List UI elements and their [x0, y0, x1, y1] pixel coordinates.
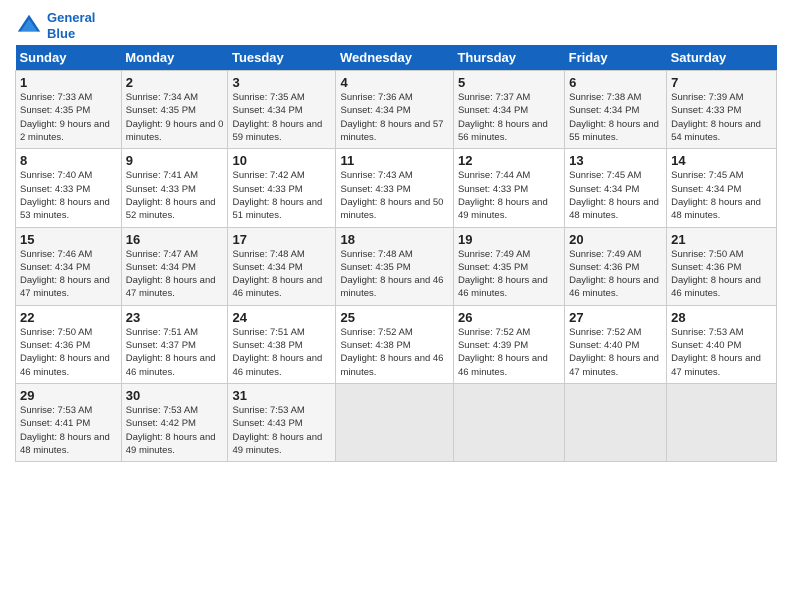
calendar-day-cell: 31Sunrise: 7:53 AMSunset: 4:43 PMDayligh…	[228, 383, 336, 461]
calendar-header-cell: Monday	[121, 45, 228, 71]
calendar-header-cell: Sunday	[16, 45, 122, 71]
calendar-header-cell: Tuesday	[228, 45, 336, 71]
calendar-header-cell: Wednesday	[336, 45, 453, 71]
calendar-day-cell: 7Sunrise: 7:39 AMSunset: 4:33 PMDaylight…	[667, 71, 777, 149]
calendar-day-cell: 2Sunrise: 7:34 AMSunset: 4:35 PMDaylight…	[121, 71, 228, 149]
calendar-day-cell: 19Sunrise: 7:49 AMSunset: 4:35 PMDayligh…	[453, 227, 564, 305]
calendar-day-cell: 9Sunrise: 7:41 AMSunset: 4:33 PMDaylight…	[121, 149, 228, 227]
calendar-day-cell: 15Sunrise: 7:46 AMSunset: 4:34 PMDayligh…	[16, 227, 122, 305]
calendar-day-cell: 30Sunrise: 7:53 AMSunset: 4:42 PMDayligh…	[121, 383, 228, 461]
calendar-day-cell: 23Sunrise: 7:51 AMSunset: 4:37 PMDayligh…	[121, 305, 228, 383]
main-container: General Blue SundayMondayTuesdayWednesda…	[0, 0, 792, 472]
calendar-day-cell: 11Sunrise: 7:43 AMSunset: 4:33 PMDayligh…	[336, 149, 453, 227]
calendar-day-cell: 5Sunrise: 7:37 AMSunset: 4:34 PMDaylight…	[453, 71, 564, 149]
calendar-day-cell	[336, 383, 453, 461]
calendar-week-row: 8Sunrise: 7:40 AMSunset: 4:33 PMDaylight…	[16, 149, 777, 227]
calendar-week-row: 22Sunrise: 7:50 AMSunset: 4:36 PMDayligh…	[16, 305, 777, 383]
calendar-day-cell: 12Sunrise: 7:44 AMSunset: 4:33 PMDayligh…	[453, 149, 564, 227]
header: General Blue	[15, 10, 777, 41]
calendar-body: 1Sunrise: 7:33 AMSunset: 4:35 PMDaylight…	[16, 71, 777, 462]
calendar-day-cell: 16Sunrise: 7:47 AMSunset: 4:34 PMDayligh…	[121, 227, 228, 305]
calendar-day-cell: 3Sunrise: 7:35 AMSunset: 4:34 PMDaylight…	[228, 71, 336, 149]
calendar-day-cell	[565, 383, 667, 461]
calendar-header-cell: Thursday	[453, 45, 564, 71]
calendar-week-row: 15Sunrise: 7:46 AMSunset: 4:34 PMDayligh…	[16, 227, 777, 305]
calendar-day-cell: 1Sunrise: 7:33 AMSunset: 4:35 PMDaylight…	[16, 71, 122, 149]
logo: General Blue	[15, 10, 95, 41]
calendar-day-cell: 14Sunrise: 7:45 AMSunset: 4:34 PMDayligh…	[667, 149, 777, 227]
calendar-week-row: 29Sunrise: 7:53 AMSunset: 4:41 PMDayligh…	[16, 383, 777, 461]
calendar-day-cell: 24Sunrise: 7:51 AMSunset: 4:38 PMDayligh…	[228, 305, 336, 383]
calendar-day-cell: 27Sunrise: 7:52 AMSunset: 4:40 PMDayligh…	[565, 305, 667, 383]
calendar-day-cell: 13Sunrise: 7:45 AMSunset: 4:34 PMDayligh…	[565, 149, 667, 227]
calendar-day-cell: 28Sunrise: 7:53 AMSunset: 4:40 PMDayligh…	[667, 305, 777, 383]
calendar-day-cell: 21Sunrise: 7:50 AMSunset: 4:36 PMDayligh…	[667, 227, 777, 305]
calendar-week-row: 1Sunrise: 7:33 AMSunset: 4:35 PMDaylight…	[16, 71, 777, 149]
calendar-day-cell: 25Sunrise: 7:52 AMSunset: 4:38 PMDayligh…	[336, 305, 453, 383]
calendar-day-cell: 29Sunrise: 7:53 AMSunset: 4:41 PMDayligh…	[16, 383, 122, 461]
calendar-day-cell	[453, 383, 564, 461]
calendar-day-cell: 6Sunrise: 7:38 AMSunset: 4:34 PMDaylight…	[565, 71, 667, 149]
calendar-day-cell: 18Sunrise: 7:48 AMSunset: 4:35 PMDayligh…	[336, 227, 453, 305]
calendar-day-cell: 4Sunrise: 7:36 AMSunset: 4:34 PMDaylight…	[336, 71, 453, 149]
calendar-header-cell: Friday	[565, 45, 667, 71]
calendar-table: SundayMondayTuesdayWednesdayThursdayFrid…	[15, 45, 777, 462]
calendar-day-cell: 10Sunrise: 7:42 AMSunset: 4:33 PMDayligh…	[228, 149, 336, 227]
logo-icon	[15, 12, 43, 40]
calendar-day-cell: 17Sunrise: 7:48 AMSunset: 4:34 PMDayligh…	[228, 227, 336, 305]
calendar-day-cell: 26Sunrise: 7:52 AMSunset: 4:39 PMDayligh…	[453, 305, 564, 383]
calendar-day-cell: 22Sunrise: 7:50 AMSunset: 4:36 PMDayligh…	[16, 305, 122, 383]
calendar-header-cell: Saturday	[667, 45, 777, 71]
calendar-header: SundayMondayTuesdayWednesdayThursdayFrid…	[16, 45, 777, 71]
calendar-day-cell: 8Sunrise: 7:40 AMSunset: 4:33 PMDaylight…	[16, 149, 122, 227]
logo-text: General Blue	[47, 10, 95, 41]
calendar-day-cell: 20Sunrise: 7:49 AMSunset: 4:36 PMDayligh…	[565, 227, 667, 305]
calendar-day-cell	[667, 383, 777, 461]
